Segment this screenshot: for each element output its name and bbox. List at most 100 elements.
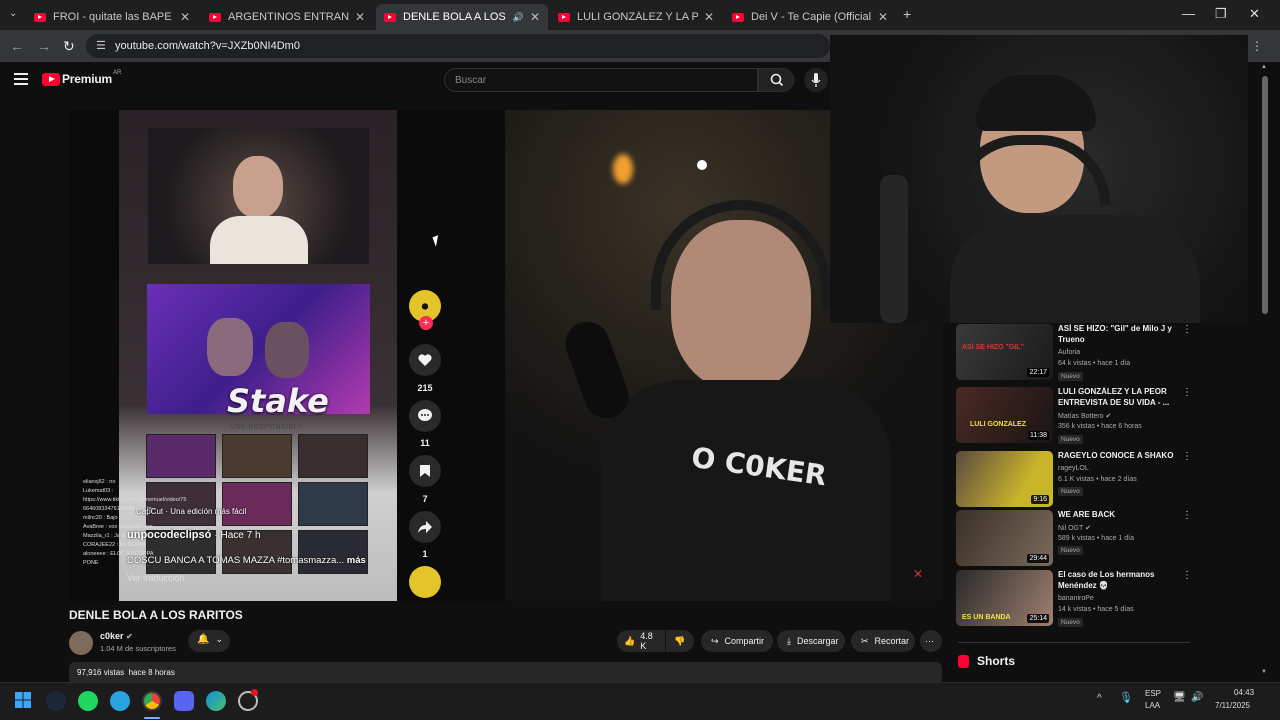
- recommendation-item[interactable]: 29:44 WE ARE BACK Nil OGT ✔ 589 k vistas…: [956, 510, 1192, 566]
- description-box[interactable]: 97,916 vistas hace 8 horas: [69, 662, 942, 684]
- browser-menu-icon[interactable]: ⋮: [1251, 39, 1263, 53]
- keyboard-layout[interactable]: LAA: [1145, 701, 1160, 710]
- browser-tab-5[interactable]: Dei V - Te Capie (Official Video) ✕: [724, 4, 896, 30]
- url-field[interactable]: ☰ youtube.com/watch?v=JXZb0NI4Dm0: [86, 34, 830, 58]
- close-tab-icon[interactable]: ✕: [878, 10, 888, 24]
- maximize-icon[interactable]: ❐: [1215, 6, 1227, 22]
- tray-mic-icon[interactable]: 🎙: [1119, 691, 1133, 704]
- spotify-icon[interactable]: [78, 691, 98, 711]
- forward-icon[interactable]: →: [37, 38, 51, 54]
- video-player[interactable]: Stake USE RESPONSIBLY CapCut · Una edici…: [69, 110, 942, 601]
- youtube-premium-logo[interactable]: Premium AR: [42, 70, 121, 86]
- like-button[interactable]: 👍 4.8 K: [617, 630, 665, 652]
- subscribed-bell-button[interactable]: 🔔 ⌄: [188, 630, 230, 652]
- audio-playing-icon[interactable]: 🔊: [513, 12, 524, 23]
- reload-icon[interactable]: ↻: [63, 38, 75, 55]
- verified-icon: ✔: [1085, 525, 1091, 532]
- close-tab-icon[interactable]: ✕: [180, 10, 190, 24]
- recommendation-item[interactable]: ASÍ SE HIZO "GIL" 22:17 ASÍ SE HIZO: "Gil…: [956, 324, 1192, 381]
- more-actions-button[interactable]: ⋯: [920, 630, 942, 652]
- chrome-icon[interactable]: [142, 691, 162, 711]
- steam-icon[interactable]: [46, 691, 66, 711]
- recommendation-item[interactable]: ES UN BANDA 25:14 El caso de Los hermanos…: [956, 570, 1192, 627]
- browser-tab-3[interactable]: DENLE BOLA A LOS RARITO 🔊 ✕: [376, 4, 548, 30]
- telegram-icon[interactable]: [110, 691, 130, 711]
- recommendation-title[interactable]: LULI GONZÁLEZ Y LA PEOR ENTREVISTA DE SU…: [1058, 387, 1176, 408]
- tab-search-icon[interactable]: ⌄: [9, 8, 17, 19]
- voice-search-button[interactable]: [804, 68, 828, 92]
- download-icon: ⤓: [787, 635, 791, 646]
- recommendation-thumbnail[interactable]: 9:16: [956, 451, 1053, 507]
- scrollbar-thumb[interactable]: [1262, 76, 1268, 314]
- publish-date: hace 8 horas: [128, 668, 175, 677]
- sound-disc-icon: [409, 566, 441, 598]
- channel-avatar[interactable]: [69, 631, 93, 655]
- channel-name-row[interactable]: c0ker ✔: [100, 631, 133, 641]
- clock-date[interactable]: 7/11/2025: [1215, 701, 1250, 710]
- tiktok-clip-panel: Stake USE RESPONSIBLY CapCut · Una edici…: [69, 110, 506, 601]
- recommendation-title[interactable]: El caso de Los hermanos Menéndez 💀: [1058, 570, 1176, 591]
- close-tab-icon[interactable]: ✕: [530, 10, 540, 24]
- youtube-favicon-icon: [732, 12, 744, 22]
- close-tab-icon[interactable]: ✕: [355, 10, 365, 24]
- recommendation-channel-row[interactable]: Nil OGT ✔: [1058, 524, 1091, 532]
- recommendation-item[interactable]: LULI GONZALEZ 11:38 LULI GONZÁLEZ Y LA PE…: [956, 387, 1192, 444]
- more-vert-icon[interactable]: ⋮: [1182, 510, 1192, 521]
- edge-icon[interactable]: [206, 691, 226, 711]
- scroll-up-icon[interactable]: ▲: [1261, 64, 1267, 70]
- tray-overflow-chevron-icon[interactable]: ^: [1097, 693, 1102, 704]
- input-language[interactable]: ESP: [1145, 689, 1161, 698]
- shorts-label: Shorts: [977, 654, 1016, 668]
- discord-icon[interactable]: [174, 691, 194, 711]
- download-button[interactable]: ⤓ Descargar: [777, 630, 845, 652]
- browser-tab-2[interactable]: ARGENTINOS ENTRAN EN LLAM ✕: [201, 4, 373, 30]
- share-button[interactable]: ↪ Compartir: [701, 630, 773, 652]
- recommendation-thumbnail[interactable]: ES UN BANDA 25:14: [956, 570, 1053, 626]
- clock-time[interactable]: 04:43: [1234, 688, 1254, 697]
- recommendation-thumbnail[interactable]: ASÍ SE HIZO "GIL" 22:17: [956, 324, 1053, 380]
- recommendation-channel[interactable]: rageyLOL: [1058, 465, 1089, 472]
- recommendation-channel[interactable]: Auforia: [1058, 349, 1080, 356]
- download-label: Descargar: [796, 636, 839, 646]
- page-scrollbar[interactable]: ▲ ▼: [1261, 62, 1269, 682]
- recommendation-channel-row[interactable]: Matías Bottero ✔: [1058, 412, 1111, 420]
- clip-button[interactable]: ✂ Recortar: [851, 630, 915, 652]
- network-icon[interactable]: 🖥: [1173, 692, 1186, 703]
- recommendation-title[interactable]: ASÍ SE HIZO: "Gil" de Milo J y Trueno: [1058, 324, 1176, 345]
- recommendation-title[interactable]: WE ARE BACK: [1058, 510, 1176, 521]
- recommendation-item[interactable]: 9:16 RAGEYLO CONOCE A SHAKO rageyLOL 6.1…: [956, 451, 1192, 507]
- tab-title: Dei V - Te Capie (Official Video): [751, 11, 872, 23]
- browser-tab-4[interactable]: LULI GONZÁLEZ Y LA PEOR EN ✕: [550, 4, 722, 30]
- close-window-icon[interactable]: ✕: [1249, 6, 1260, 22]
- share-label: Compartir: [724, 636, 765, 646]
- notification-dot: [251, 689, 258, 696]
- recommendation-meta: 356 k vistas • hace 6 horas: [1058, 423, 1142, 430]
- recommendation-channel[interactable]: Matías Bottero: [1058, 413, 1104, 420]
- recommendation-title[interactable]: RAGEYLO CONOCE A SHAKO: [1058, 451, 1176, 462]
- guide-menu-icon[interactable]: [14, 73, 28, 85]
- close-tab-icon[interactable]: ✕: [704, 10, 714, 24]
- minimize-icon[interactable]: —: [1182, 6, 1195, 21]
- scroll-down-icon[interactable]: ▼: [1261, 669, 1267, 675]
- search-input[interactable]: Buscar: [444, 68, 758, 92]
- more-vert-icon[interactable]: ⋮: [1182, 451, 1192, 462]
- stake-logo: Stake: [227, 382, 329, 420]
- new-tab-icon[interactable]: +: [903, 6, 911, 22]
- back-icon[interactable]: ←: [10, 38, 24, 54]
- more-vert-icon[interactable]: ⋮: [1182, 570, 1192, 581]
- site-settings-icon[interactable]: ☰: [96, 39, 106, 52]
- volume-icon[interactable]: 🔊: [1191, 692, 1203, 703]
- channel-name[interactable]: c0ker: [100, 631, 124, 641]
- search-button[interactable]: [758, 68, 794, 92]
- more-vert-icon[interactable]: ⋮: [1182, 324, 1192, 335]
- mouse-cursor-icon: [432, 235, 442, 247]
- share-icon: ↪: [711, 635, 719, 646]
- more-vert-icon[interactable]: ⋮: [1182, 387, 1192, 398]
- start-windows-icon[interactable]: [14, 691, 34, 711]
- browser-tab-1[interactable]: FROI - quitate las BAPE (Visuali ✕: [26, 4, 198, 30]
- dislike-button[interactable]: 👎: [666, 630, 694, 652]
- recommendation-thumbnail[interactable]: 29:44: [956, 510, 1053, 566]
- recommendation-thumbnail[interactable]: LULI GONZALEZ 11:38: [956, 387, 1053, 443]
- recommendation-channel[interactable]: Nil OGT: [1058, 525, 1083, 532]
- recommendation-channel[interactable]: bananiroPe: [1058, 595, 1094, 602]
